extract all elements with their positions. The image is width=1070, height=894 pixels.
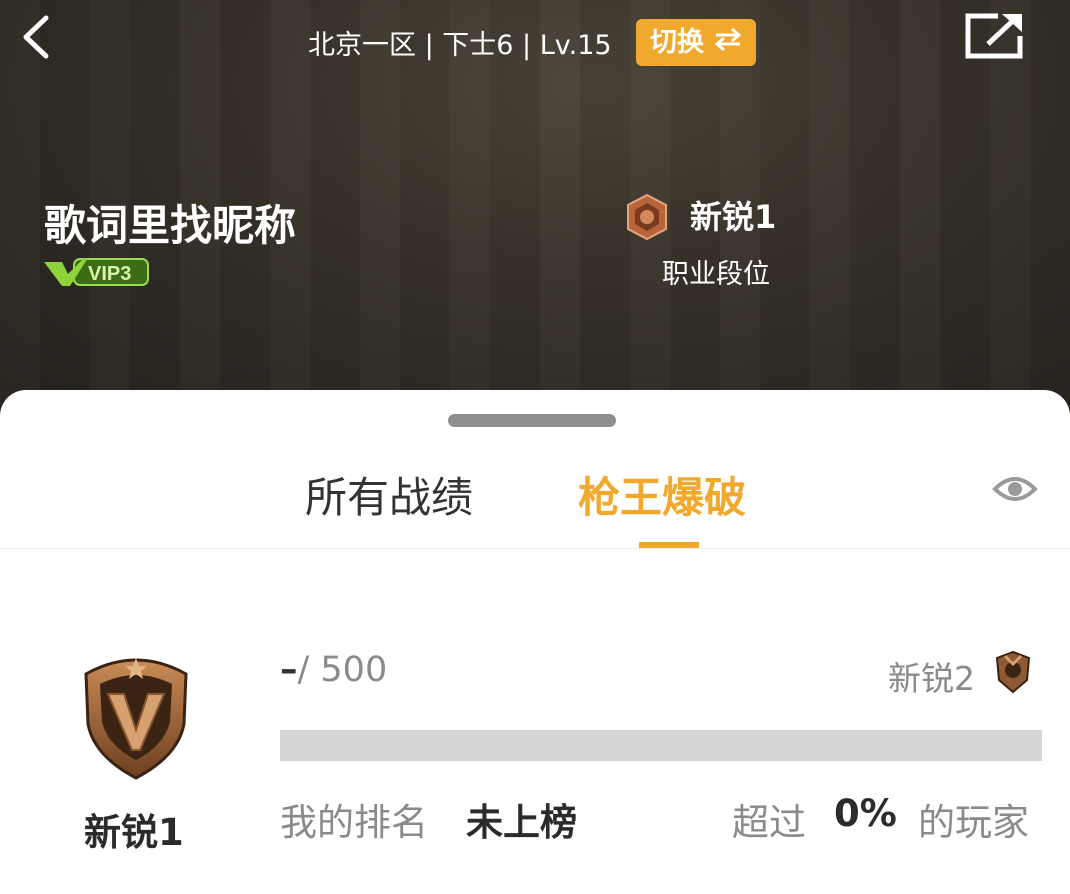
- back-button[interactable]: [18, 12, 58, 62]
- vip-badge: VIP3: [44, 256, 150, 288]
- rank-progress-bar: [280, 730, 1042, 761]
- tab-all-records[interactable]: 所有战绩: [305, 464, 473, 525]
- drag-handle[interactable]: [448, 414, 616, 427]
- next-rank-name: 新锐2: [888, 659, 975, 698]
- my-rank-label: 我的排名: [280, 801, 428, 844]
- switch-label: 切换: [650, 27, 704, 58]
- rank-name: 新锐1: [690, 198, 777, 236]
- player-nickname: 歌词里找昵称: [44, 201, 297, 250]
- svg-text:VIP3: VIP3: [88, 263, 131, 285]
- stats-sheet: 所有战绩 枪王爆破 新锐1 –/ 500 新锐2 我的排名 未上榜 超过 0% …: [0, 390, 1070, 894]
- next-rank-emblem-icon: [994, 650, 1032, 694]
- share-icon: [965, 13, 1023, 59]
- eye-icon: [992, 477, 1038, 501]
- rank-subtitle: 职业段位: [662, 259, 770, 290]
- current-rank-name: 新锐1: [84, 811, 184, 854]
- share-button[interactable]: [962, 10, 1026, 60]
- chevron-left-icon: [23, 15, 49, 59]
- profile-header: 北京一区 | 下士6 | Lv.15 切换 歌词里找昵称 VIP3 新锐1 职业…: [0, 0, 1070, 420]
- beat-suffix: 的玩家: [918, 801, 1029, 844]
- rank-shield-icon: [78, 652, 194, 780]
- tab-gun-king-demolition[interactable]: 枪王爆破: [578, 464, 746, 525]
- swap-arrows-icon: [714, 19, 742, 66]
- switch-button[interactable]: 切换: [636, 19, 756, 66]
- score-progress-text: –/ 500: [280, 650, 387, 690]
- beat-percentage: 0%: [834, 792, 897, 835]
- score-total: / 500: [297, 650, 388, 690]
- visibility-toggle[interactable]: [992, 472, 1038, 506]
- beat-label: 超过: [732, 801, 806, 844]
- rank-emblem-icon: [626, 193, 668, 241]
- tab-divider: [0, 548, 1070, 549]
- score-current: –: [280, 650, 298, 690]
- server-info: 北京一区 | 下士6 | Lv.15: [308, 30, 612, 61]
- my-rank-value: 未上榜: [466, 801, 577, 844]
